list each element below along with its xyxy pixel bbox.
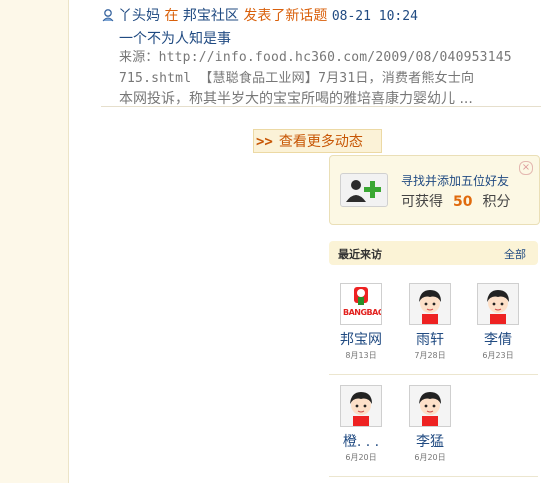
visitor-row-divider [329, 374, 538, 375]
feed-user-link[interactable]: 丫头妈 [118, 8, 160, 24]
visitor-row-divider [329, 476, 538, 477]
bangbao-toys-logo-icon: BANGBAO TOYS [343, 287, 409, 317]
reward-points: 50 [453, 194, 473, 210]
feed-action: 发表了新话题 [243, 8, 328, 24]
svg-text:BANGBAO TOYS: BANGBAO TOYS [343, 308, 381, 317]
find-friends-link[interactable]: 寻找并添加五位好友 [401, 172, 509, 189]
cartoon-boy-avatar-icon [410, 284, 450, 324]
recent-visitors-title: 最近来访 [338, 248, 382, 261]
feed-divider [101, 106, 541, 107]
visitor-avatar[interactable] [340, 385, 382, 427]
visitor-name[interactable]: 李猛 [398, 431, 462, 451]
double-chevron-right-icon: >> [256, 134, 273, 150]
visitor-avatar[interactable] [409, 385, 451, 427]
visitor-date: 7月28日 [414, 351, 446, 360]
cartoon-boy-avatar-icon [410, 386, 450, 426]
visitor-date: 8月13日 [345, 351, 377, 360]
add-friend-icon[interactable] [340, 173, 388, 207]
visitor-name[interactable]: 橙. . . [329, 431, 393, 451]
close-icon[interactable]: × [519, 161, 533, 175]
view-all-visitors-link[interactable]: 全部 [504, 246, 526, 262]
visitor-date: 6月20日 [414, 453, 446, 462]
excerpt-line-2: 715.shtml 【慧聪食品工业网】7月31日，消费者熊女士向 [119, 71, 475, 86]
recent-visitors-header: 最近来访 全部 [329, 241, 538, 265]
feed-community-link[interactable]: 邦宝社区 [183, 8, 239, 24]
find-friends-panel: × 寻找并添加五位好友 可获得 50 积分 [329, 155, 540, 225]
user-icon [102, 9, 114, 22]
feed-in-word: 在 [164, 8, 179, 24]
visitor-avatar[interactable] [409, 283, 451, 325]
view-more-activity-button[interactable]: >> 查看更多动态 [253, 129, 382, 153]
reward-text: 可获得 50 积分 [401, 194, 511, 210]
cartoon-boy-avatar-icon [478, 284, 518, 324]
left-sidebar [0, 0, 69, 483]
visitor-date: 6月20日 [345, 453, 377, 462]
visitor-name[interactable]: 李倩 [466, 329, 530, 349]
view-more-label: 查看更多动态 [278, 134, 363, 150]
visitor-avatar[interactable]: BANGBAO TOYS [340, 283, 409, 325]
visitor-name[interactable]: 邦宝网 [329, 329, 393, 349]
visitor-name[interactable]: 雨轩 [398, 329, 462, 349]
cartoon-boy-avatar-icon [341, 386, 381, 426]
visitor-avatar[interactable] [477, 283, 519, 325]
feed-header: 丫头妈 在 邦宝社区 发表了新话题 08-21 10:24 [101, 6, 418, 26]
feed-timestamp: 08-21 10:24 [331, 9, 418, 24]
excerpt-line-1: 来源：http://info.food.hc360.com/2009/08/04… [119, 50, 512, 65]
topic-excerpt: 来源：http://info.food.hc360.com/2009/08/04… [119, 48, 541, 109]
topic-title-link[interactable]: 一个不为人知是事 [119, 30, 231, 48]
visitor-date: 6月23日 [482, 351, 514, 360]
